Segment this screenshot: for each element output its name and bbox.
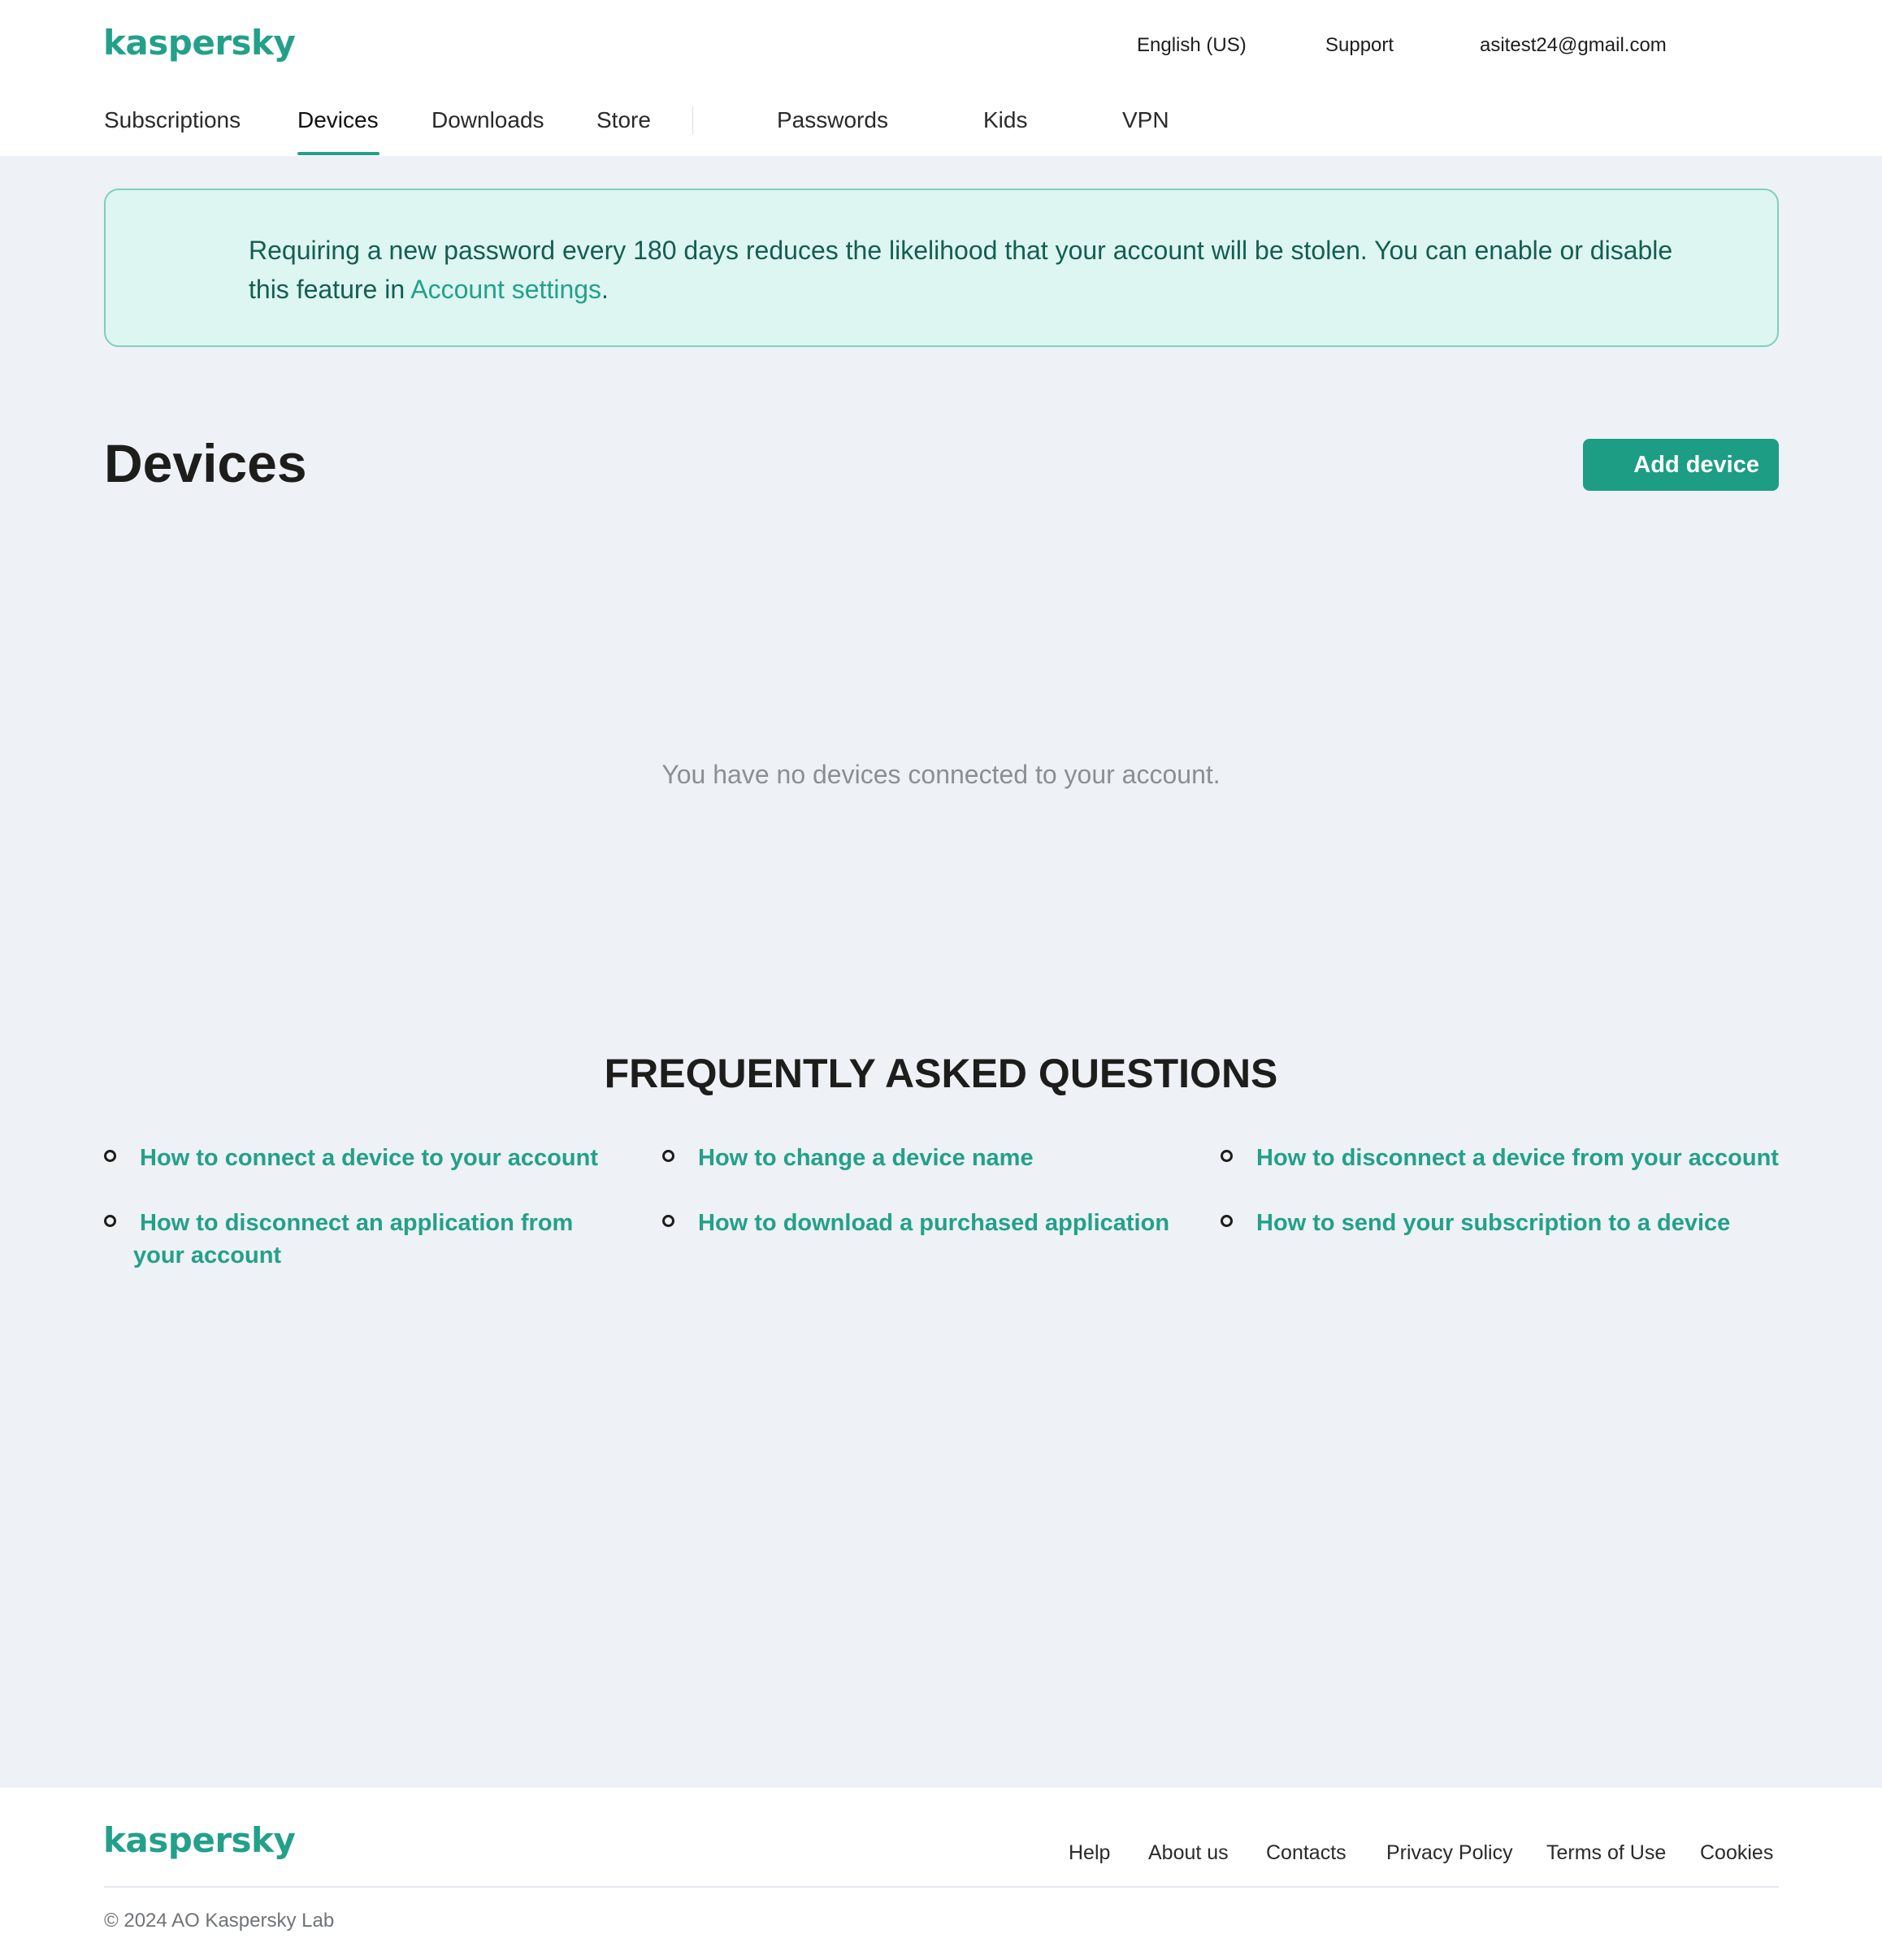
- faq-item: How to change a device name: [698, 1142, 1169, 1174]
- password-notice-banner: Requiring a new password every 180 days …: [104, 189, 1779, 347]
- language-selector[interactable]: English (US): [1137, 34, 1247, 57]
- header: kaspersky English (US) Support asitest24…: [0, 0, 1882, 156]
- empty-devices-message: You have no devices connected to your ac…: [661, 760, 1221, 789]
- faq-link-download-purchased[interactable]: How to download a purchased application: [698, 1210, 1169, 1236]
- faq-item: How to disconnect an application from yo…: [133, 1207, 621, 1272]
- footer-link-cookies[interactable]: Cookies: [1700, 1841, 1773, 1865]
- faq-link-disconnect-application[interactable]: How to disconnect an application from yo…: [133, 1210, 573, 1268]
- footer-link-about-us[interactable]: About us: [1148, 1841, 1229, 1865]
- nav-downloads[interactable]: Downloads: [431, 107, 544, 133]
- faq-item: How to send your subscription to a devic…: [1256, 1207, 1809, 1239]
- add-device-button[interactable]: Add device: [1583, 439, 1779, 491]
- faq-item: How to download a purchased application: [698, 1207, 1186, 1239]
- faq-bullet-icon: [104, 1215, 116, 1227]
- support-link[interactable]: Support: [1325, 34, 1394, 57]
- account-settings-link[interactable]: Account settings: [410, 275, 601, 304]
- kaspersky-logo[interactable]: kaspersky: [103, 23, 296, 63]
- footer-kaspersky-logo[interactable]: kaspersky: [103, 1820, 296, 1860]
- faq-title: FREQUENTLY ASKED QUESTIONS: [604, 1051, 1278, 1096]
- notice-text: Requiring a new password every 180 days …: [249, 231, 1679, 309]
- copyright: © 2024 AO Kaspersky Lab: [104, 1910, 335, 1932]
- faq-link-send-subscription[interactable]: How to send your subscription to a devic…: [1256, 1210, 1730, 1236]
- faq-link-connect-device[interactable]: How to connect a device to your account: [140, 1145, 598, 1171]
- footer-link-privacy-policy[interactable]: Privacy Policy: [1386, 1841, 1513, 1865]
- footer-link-contacts[interactable]: Contacts: [1266, 1841, 1346, 1865]
- nav-vpn[interactable]: VPN: [1122, 107, 1169, 133]
- account-menu[interactable]: asitest24@gmail.com: [1480, 34, 1667, 57]
- faq-bullet-icon: [1221, 1150, 1233, 1162]
- faq-bullet-icon: [104, 1150, 116, 1162]
- nav-passwords[interactable]: Passwords: [777, 107, 888, 133]
- footer-link-help[interactable]: Help: [1069, 1841, 1110, 1865]
- page-title: Devices: [104, 433, 307, 493]
- footer: kaspersky Help About us Contacts Privacy…: [0, 1788, 1882, 1960]
- notice-text-after: .: [601, 275, 609, 304]
- nav-divider: [692, 106, 693, 134]
- nav-active-indicator: [297, 152, 379, 155]
- footer-link-terms-of-use[interactable]: Terms of Use: [1546, 1841, 1666, 1865]
- faq-bullet-icon: [662, 1215, 674, 1227]
- nav-kids[interactable]: Kids: [983, 107, 1027, 133]
- faq-link-disconnect-device[interactable]: How to disconnect a device from your acc…: [1256, 1145, 1779, 1171]
- faq-link-change-device-name[interactable]: How to change a device name: [698, 1145, 1034, 1171]
- nav-store[interactable]: Store: [596, 107, 651, 133]
- faq-item: How to connect a device to your account: [140, 1142, 611, 1174]
- faq-item: How to disconnect a device from your acc…: [1256, 1142, 1809, 1174]
- footer-divider: [104, 1886, 1779, 1888]
- nav-subscriptions[interactable]: Subscriptions: [104, 107, 241, 133]
- nav-devices[interactable]: Devices: [297, 107, 379, 133]
- faq-bullet-icon: [1221, 1215, 1233, 1227]
- faq-bullet-icon: [662, 1150, 674, 1162]
